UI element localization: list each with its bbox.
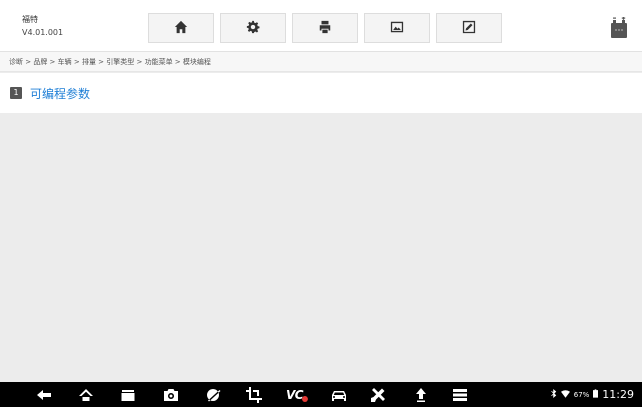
- menu-item-programmable-parameters[interactable]: 1 可编程参数: [0, 73, 642, 113]
- home-button[interactable]: [148, 13, 214, 43]
- app-root: 福特 V4.01.001 诊断 > 品牌 > 车辆 > 排量 > 引擎类型 > …: [0, 0, 642, 407]
- function-menu: 1 可编程参数: [0, 73, 642, 113]
- system-navigation-bar: VC 67% 11:29: [0, 382, 642, 407]
- wifi-icon: [560, 389, 570, 400]
- screenshot-button[interactable]: [364, 13, 430, 43]
- menu-item-index: 1: [10, 87, 22, 99]
- vehicle-icon[interactable]: [331, 387, 347, 403]
- brand-info: 福特 V4.01.001: [22, 14, 63, 38]
- vci-label: VC: [286, 388, 304, 402]
- menu-list-icon[interactable]: [452, 387, 468, 403]
- home-icon: [174, 19, 188, 38]
- edit-button[interactable]: [436, 13, 502, 43]
- recent-apps-icon[interactable]: [120, 387, 136, 403]
- edit-icon: [462, 19, 476, 38]
- print-button[interactable]: [292, 13, 358, 43]
- crop-screenshot-icon[interactable]: [246, 387, 262, 403]
- back-icon[interactable]: [36, 387, 52, 403]
- image-icon: [390, 19, 404, 38]
- content-area: [0, 113, 642, 382]
- vci-status-icon[interactable]: VC: [286, 387, 308, 403]
- top-toolbar: 福特 V4.01.001: [0, 0, 642, 52]
- home-nav-icon[interactable]: [78, 387, 94, 403]
- software-version: V4.01.001: [22, 28, 64, 37]
- brand-name: 福特: [22, 15, 38, 24]
- clock: 11:29: [602, 388, 634, 401]
- battery-percent: 67%: [573, 390, 590, 399]
- device-battery-icon: [593, 389, 599, 400]
- camera-icon[interactable]: [163, 387, 179, 403]
- vehicle-battery-button[interactable]: [610, 16, 628, 39]
- gear-icon: [246, 19, 260, 38]
- upload-icon[interactable]: [413, 387, 429, 403]
- bluetooth-icon: [550, 389, 557, 400]
- status-area: 67% 11:29: [550, 382, 634, 407]
- print-icon: [318, 19, 332, 38]
- breadcrumb: 诊断 > 品牌 > 车辆 > 排量 > 引擎类型 > 功能菜单 > 模块编程: [0, 52, 642, 72]
- menu-item-label: 可编程参数: [30, 86, 91, 101]
- settings-button[interactable]: [220, 13, 286, 43]
- browser-icon[interactable]: [205, 387, 221, 403]
- battery-icon: [610, 16, 628, 43]
- tools-icon[interactable]: [370, 387, 386, 403]
